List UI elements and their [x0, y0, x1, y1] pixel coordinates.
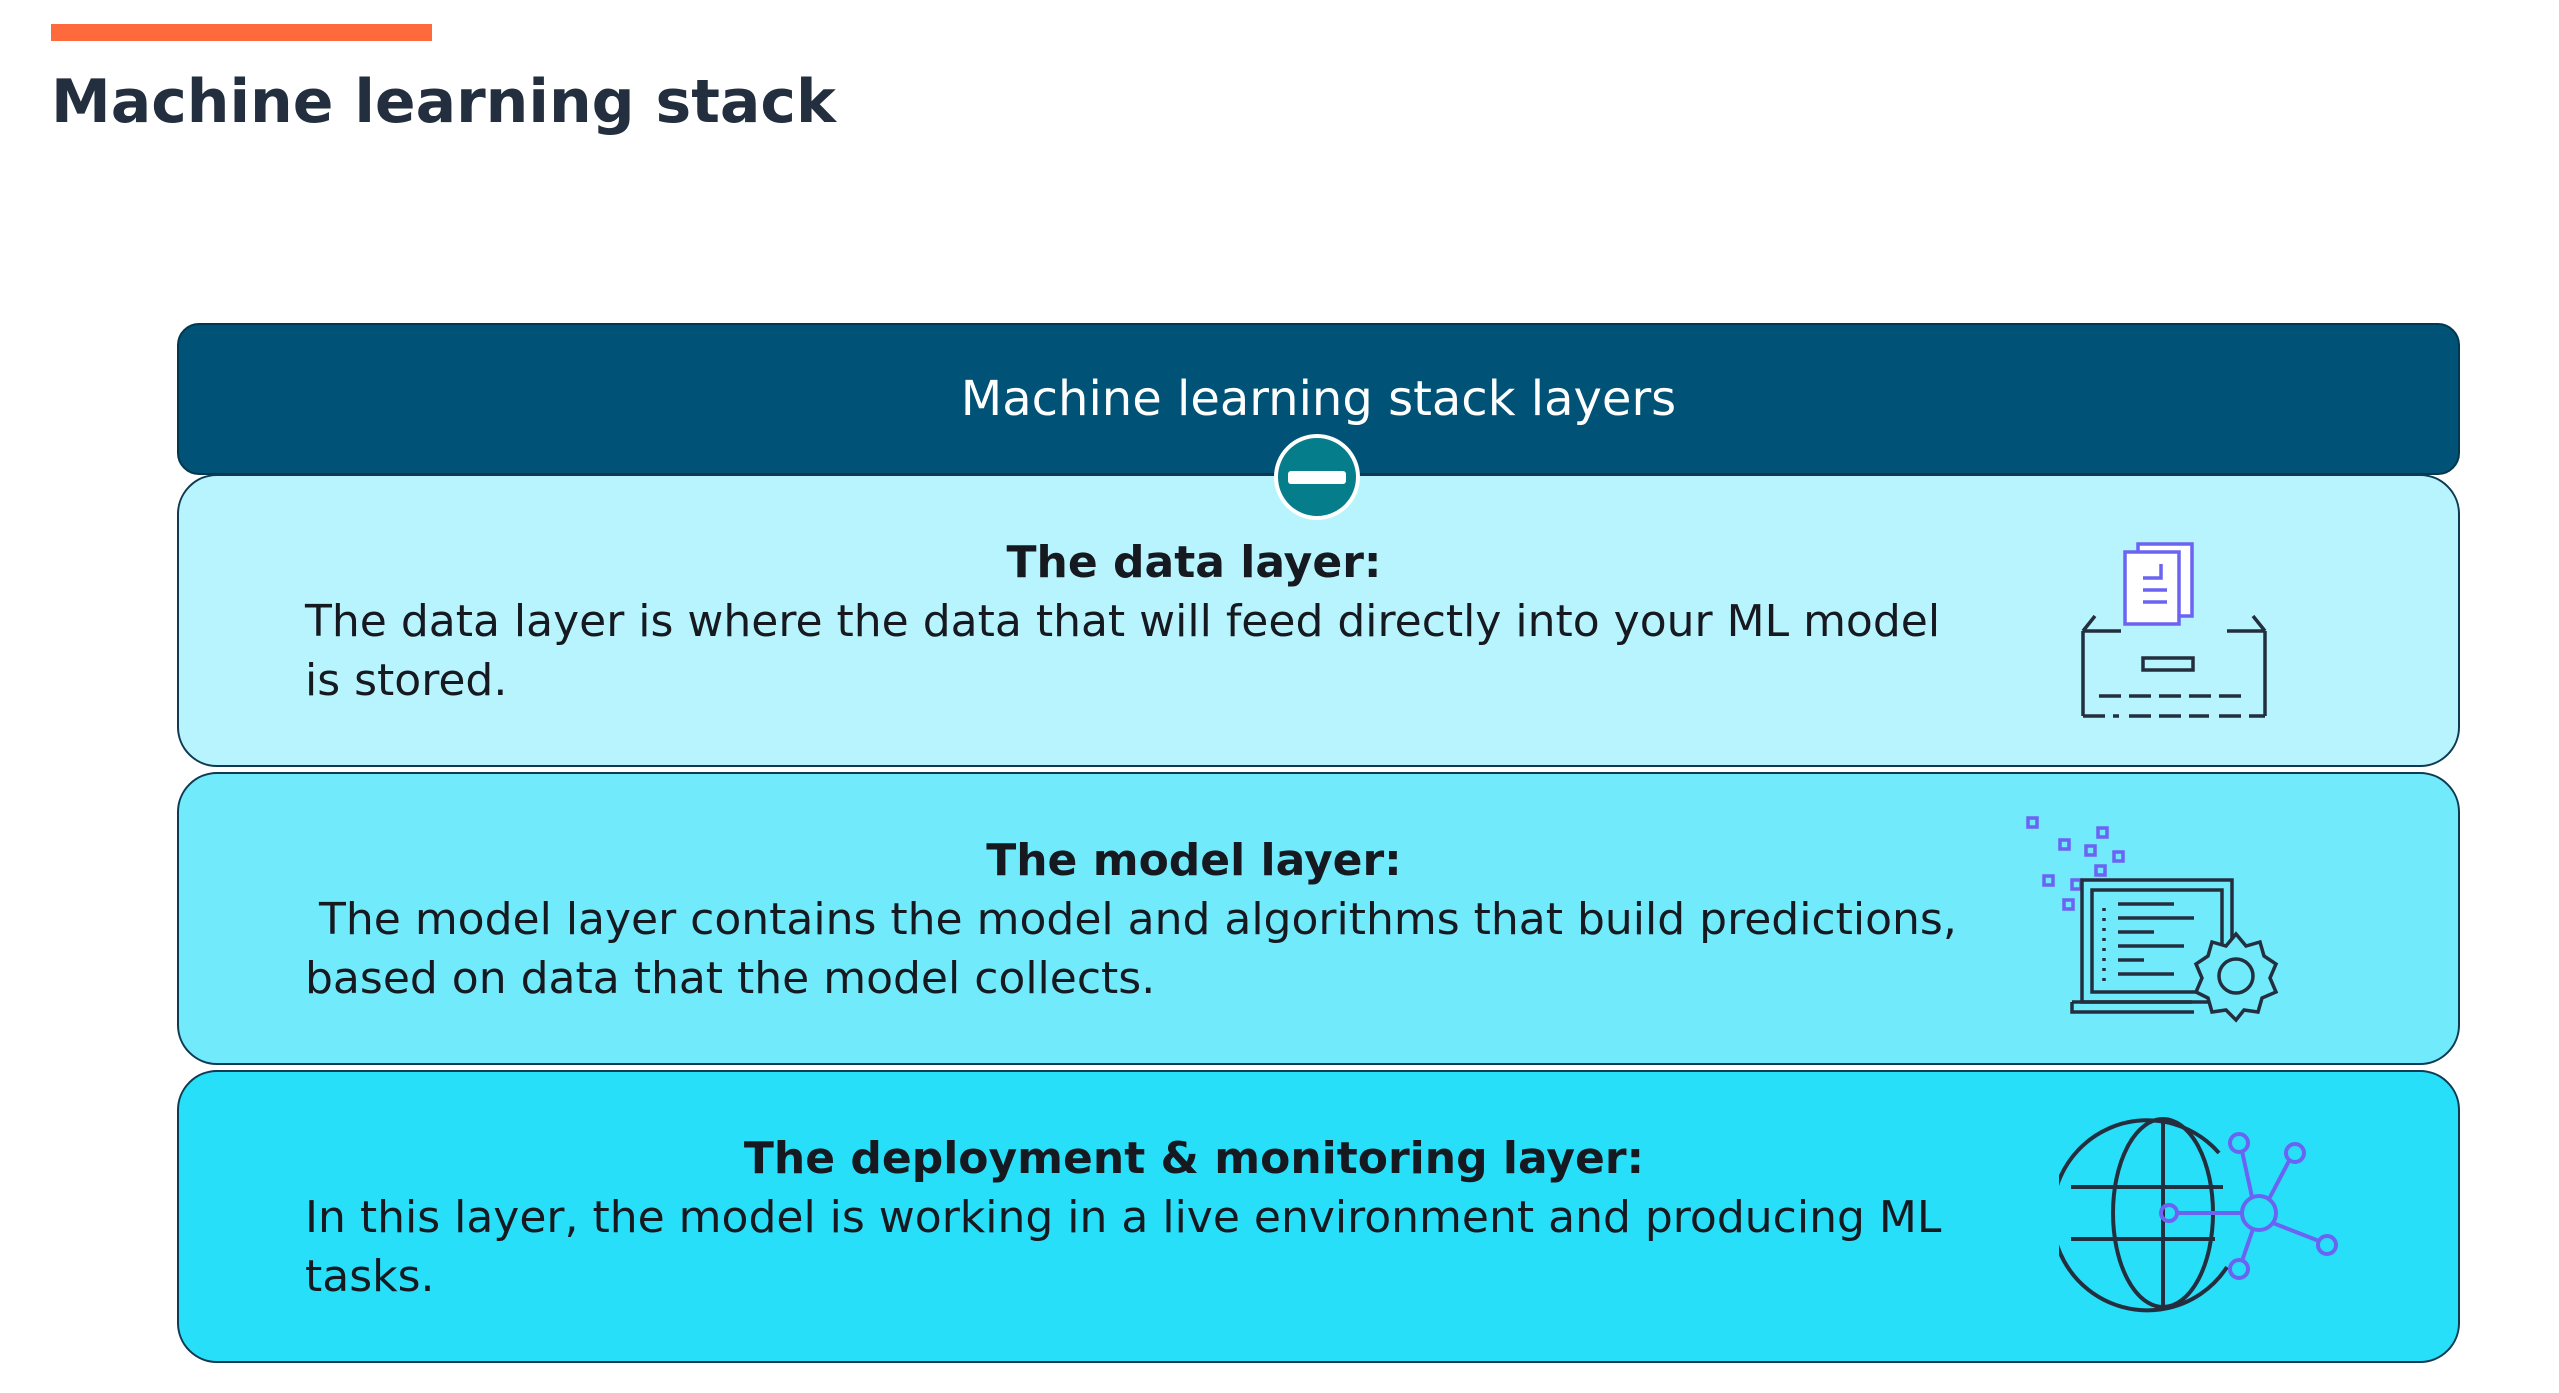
title-accent-bar: [51, 24, 432, 41]
model-layer-heading: The model layer:: [986, 835, 1402, 886]
globe-network-icon: [2059, 1117, 2338, 1313]
model-computer-gear-icon: [2026, 816, 2279, 1023]
page-title: Machine learning stack: [51, 67, 836, 137]
data-layer-description: The data layer is where the data that wi…: [305, 596, 1941, 706]
minus-icon: [1288, 470, 1346, 484]
deployment-layer-description: In this layer, the model is working in a…: [305, 1192, 1942, 1302]
deployment-layer-heading: The deployment & monitoring layer:: [743, 1133, 1645, 1184]
model-layer-panel: The model layer: The model layer contain…: [177, 772, 2460, 1065]
deployment-monitoring-layer-panel: The deployment & monitoring layer: In th…: [177, 1070, 2460, 1363]
data-storage-icon: [2081, 542, 2267, 718]
model-layer-description: The model layer contains the model and a…: [305, 894, 1957, 1004]
stack-header-title: Machine learning stack layers: [960, 371, 1677, 427]
data-layer-heading: The data layer:: [1006, 537, 1382, 588]
collapse-toggle-button[interactable]: [1274, 434, 1360, 520]
